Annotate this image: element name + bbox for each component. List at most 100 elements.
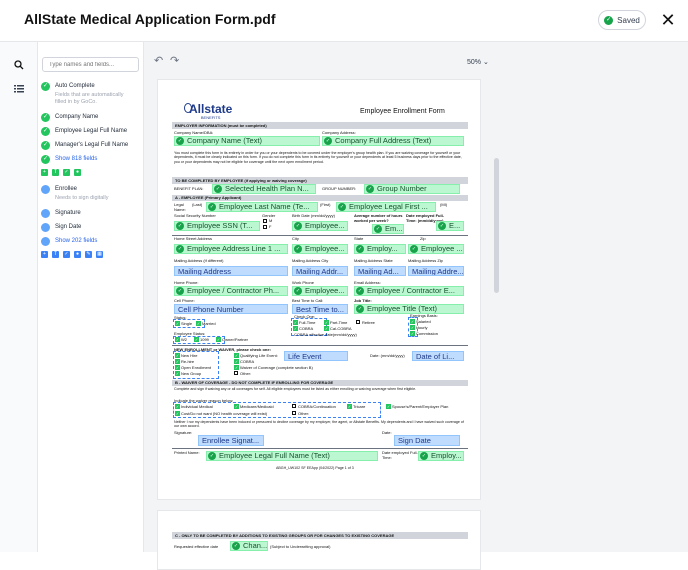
left-icon-rail [0,42,38,552]
date-employed-field[interactable]: ✓ E... [436,221,464,231]
close-icon[interactable]: ✕ [660,10,676,30]
sign-date-field[interactable]: Sign Date [394,435,460,446]
field-item-employee-legal-full-name[interactable]: ✓ Employee Legal Full Name [41,127,127,136]
w2-checkbox[interactable]: ✓ [175,337,180,342]
add-field-icon[interactable]: + [41,169,48,176]
cobra-continuation-checkbox[interactable] [292,404,296,408]
job-title-field[interactable]: ✓ Employee Title (Text) [354,304,464,314]
date-employed-full-time-field[interactable]: ✓ Employ... [418,451,464,461]
mailing-zip-field[interactable]: Mailing Addre... [408,266,464,276]
city-field[interactable]: ✓ Employee... [292,244,348,254]
email-field[interactable]: ✓ Employee / Contractor E... [354,286,464,296]
work-phone-field[interactable]: ✓ Employee... [292,286,348,296]
redo-icon[interactable]: ↷ [170,54,179,67]
hours-field[interactable]: ✓ Em... [372,224,404,234]
married-label: Married [202,321,216,326]
retiree-checkbox[interactable] [356,320,360,324]
vertical-scrollbar[interactable] [494,158,499,293]
best-time-field[interactable]: Best Time to... [292,304,348,314]
zip-field[interactable]: ✓ Employee ... [408,244,464,254]
check-icon: ✓ [410,245,418,253]
commission-checkbox[interactable]: ✓ [410,331,415,336]
part-time-checkbox[interactable]: ✓ [324,320,329,325]
company-name-field[interactable]: ✓ Company Name (Text) [174,136,320,146]
field-search-input[interactable] [42,57,139,72]
field-item-signature[interactable]: Signature [41,209,81,218]
part-time-label: Part-Time [330,320,348,325]
gender-f-checkbox[interactable] [263,225,267,229]
signature-field-icon[interactable]: ✎ [85,251,92,258]
rehire-checkbox[interactable]: ✓ [175,359,180,364]
medicare-checkbox[interactable]: ✓ [234,404,239,409]
signature-field[interactable]: Enrollee Signat... [198,435,264,446]
text-field-icon[interactable]: T [52,169,59,176]
state-field[interactable]: ✓ Employ... [354,244,406,254]
calendar-icon[interactable]: ▦ [96,251,103,258]
mailing-address-field[interactable]: Mailing Address [174,266,288,276]
first-name-field[interactable]: ✓ Employee Legal First ... [336,202,436,212]
field-item-managers-legal-full-name[interactable]: ✓ Manager's Legal Full Name [41,141,128,150]
check-icon: ✓ [374,225,382,233]
mailing-state-field[interactable]: Mailing Ad... [354,266,406,276]
checkbox-field-icon[interactable]: ✓ [63,169,70,176]
owner-checkbox[interactable]: ✓ [216,337,221,342]
individual-medical-checkbox[interactable]: ✓ [175,404,180,409]
cobra-enroll-checkbox[interactable]: ✓ [234,359,239,364]
open-enrollment-checkbox[interactable]: ✓ [175,365,180,370]
group-number-field[interactable]: ✓ Group Number [364,184,460,194]
full-time-checkbox[interactable]: ✓ [293,320,298,325]
checkbox-field-icon[interactable]: ✓ [63,251,70,258]
spouse-plan-checkbox[interactable]: ✓ [386,404,391,409]
show-more-auto-fields[interactable]: ✓ Show 818 fields [41,155,97,164]
new-group-checkbox[interactable]: ✓ [175,371,180,376]
married-checkbox[interactable]: ✓ [196,321,201,326]
tricare-checkbox[interactable]: ✓ [347,404,352,409]
hourly-checkbox[interactable]: ✓ [410,325,415,330]
new-hire-checkbox[interactable]: ✓ [175,353,180,358]
cost-checkbox[interactable]: ✓ [175,411,180,416]
zoom-select[interactable]: 50% ⌄ [467,58,489,66]
home-address-field[interactable]: ✓ Employee Address Line 1 ... [174,244,288,254]
check-icon: ✓ [338,203,346,211]
last-name-field[interactable]: ✓ Employee Last Name (Te... [206,202,318,212]
1099-checkbox[interactable]: ✓ [194,337,199,342]
hourly-label: Hourly [416,325,428,330]
other-checkbox[interactable] [234,371,238,375]
undo-icon[interactable]: ↶ [154,54,163,67]
field-item-sign-date[interactable]: Sign Date [41,223,81,232]
other-reason-checkbox[interactable] [292,411,296,415]
show-more-link[interactable]: Show 202 fields [55,237,97,245]
requested-date-field[interactable]: ✓ Chan... [230,541,268,551]
auto-complete-group[interactable]: ✓ Auto Complete Fields that are automati… [41,82,125,106]
life-event-field[interactable]: Life Event [284,351,348,361]
health-plan-field[interactable]: ✓ Selected Health Plan N... [212,184,316,194]
salaried-checkbox[interactable]: ✓ [410,319,415,324]
list-icon[interactable] [11,82,27,98]
radio-field-icon[interactable]: ● [74,251,81,258]
show-more-link[interactable]: Show 818 fields [55,155,97,163]
show-more-enrollee-fields[interactable]: Show 202 fields [41,237,97,246]
waiver-checkbox[interactable]: ✓ [234,365,239,370]
cal-cobra-checkbox[interactable]: ✓ [324,326,329,331]
enrollee-group[interactable]: Enrollee Needs to sign digitally [41,185,109,202]
company-address-field[interactable]: ✓ Company Full Address (Text) [322,136,464,146]
add-field-icon[interactable]: + [41,251,48,258]
life-event-date-field[interactable]: Date of Li... [412,351,464,361]
text-field-icon[interactable]: T [52,251,59,258]
radio-field-icon[interactable]: ● [74,169,81,176]
cobra-checkbox[interactable]: ✓ [293,326,298,331]
fields-sidebar: ✓ Auto Complete Fields that are automati… [38,42,144,552]
cell-phone-field[interactable]: Cell Phone Number [174,304,288,314]
divider [172,448,468,449]
mailing-city-field[interactable]: Mailing Addr... [292,266,348,276]
single-checkbox[interactable]: ✓ [175,321,180,326]
field-item-company-name[interactable]: ✓ Company Name [41,113,98,122]
birth-date-field[interactable]: ✓ Employee... [292,221,348,231]
cell-phone-label: Cell Phone: [174,298,195,303]
qle-checkbox[interactable]: ✓ [234,353,239,358]
home-phone-field[interactable]: ✓ Employee / Contractor Ph... [174,286,288,296]
ssn-field[interactable]: ✓ Employee SSN (T... [174,221,260,231]
search-icon[interactable] [11,59,27,75]
gender-m-checkbox[interactable] [263,219,267,223]
printed-name-field[interactable]: ✓ Employee Legal Full Name (Text) [206,451,378,461]
